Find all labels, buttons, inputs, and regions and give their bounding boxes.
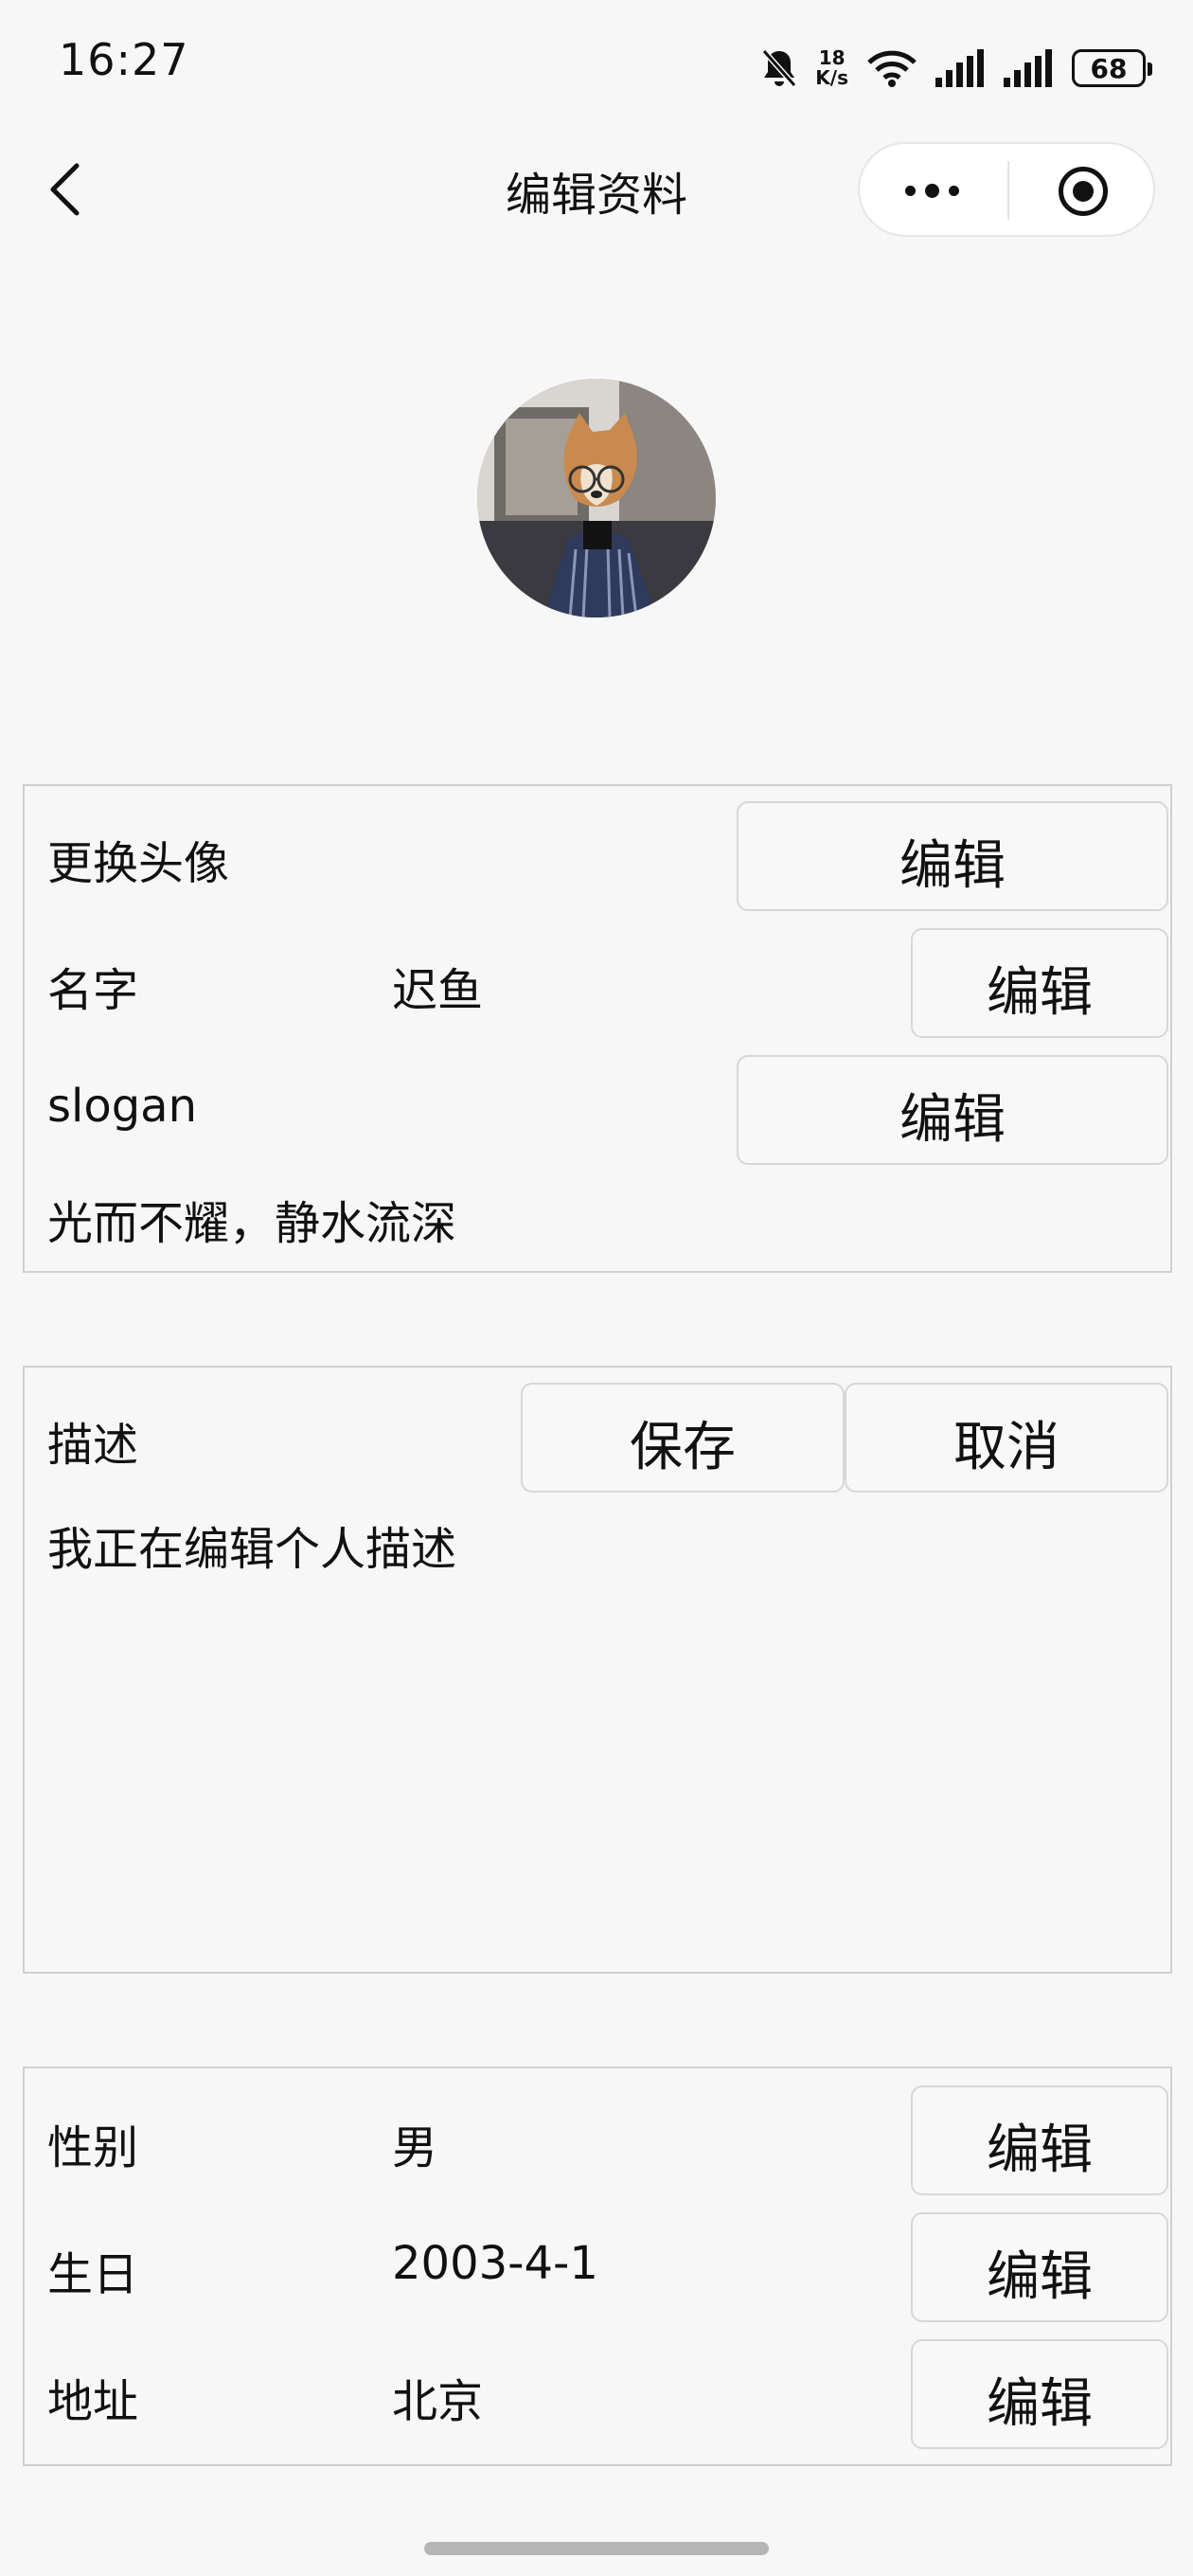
target-icon[interactable] <box>1059 167 1108 216</box>
edit-avatar-button[interactable]: 编辑 <box>737 801 1168 911</box>
avatar[interactable] <box>477 379 716 617</box>
battery-icon: 68 <box>1072 49 1152 87</box>
status-time: 16:27 <box>59 34 189 85</box>
gender-value: 男 <box>392 2121 438 2174</box>
edit-gender-button[interactable]: 编辑 <box>911 2085 1168 2195</box>
wifi-icon <box>867 50 917 87</box>
address-value: 北京 <box>392 2375 484 2428</box>
signal-icon <box>1004 49 1052 87</box>
network-speed: 18 K/s <box>815 48 848 88</box>
more-icon[interactable] <box>894 169 970 212</box>
description-label: 描述 <box>47 1419 139 1472</box>
cancel-button[interactable]: 取消 <box>845 1383 1168 1493</box>
capsule-divider <box>1007 161 1009 220</box>
edit-birthday-button[interactable]: 编辑 <box>911 2212 1168 2322</box>
speed-unit: K/s <box>815 66 848 89</box>
slogan-value: 光而不耀，静水流深 <box>47 1197 457 1250</box>
slogan-label: slogan <box>47 1080 198 1133</box>
avatar-image <box>477 379 716 617</box>
edit-address-button[interactable]: 编辑 <box>911 2339 1168 2449</box>
gender-label: 性别 <box>47 2121 139 2174</box>
name-label: 名字 <box>47 964 139 1017</box>
save-button[interactable]: 保存 <box>521 1383 845 1493</box>
capsule-menu <box>858 142 1155 237</box>
address-label: 地址 <box>47 2375 139 2428</box>
name-value: 迟鱼 <box>392 964 484 1017</box>
battery-level: 68 <box>1090 52 1128 84</box>
edit-name-button[interactable]: 编辑 <box>911 928 1168 1038</box>
home-indicator[interactable] <box>424 2542 769 2555</box>
bell-off-icon <box>762 49 797 87</box>
change-avatar-label: 更换头像 <box>47 837 230 890</box>
signal-icon <box>935 49 984 87</box>
birthday-value: 2003-4-1 <box>392 2237 598 2290</box>
birthday-label: 生日 <box>47 2248 139 2301</box>
speed-value: 18 <box>818 46 846 69</box>
edit-slogan-button[interactable]: 编辑 <box>737 1055 1168 1165</box>
description-text[interactable]: 我正在编辑个人描述 <box>47 1512 456 1578</box>
status-icons: 18 K/s 68 <box>760 42 1152 95</box>
